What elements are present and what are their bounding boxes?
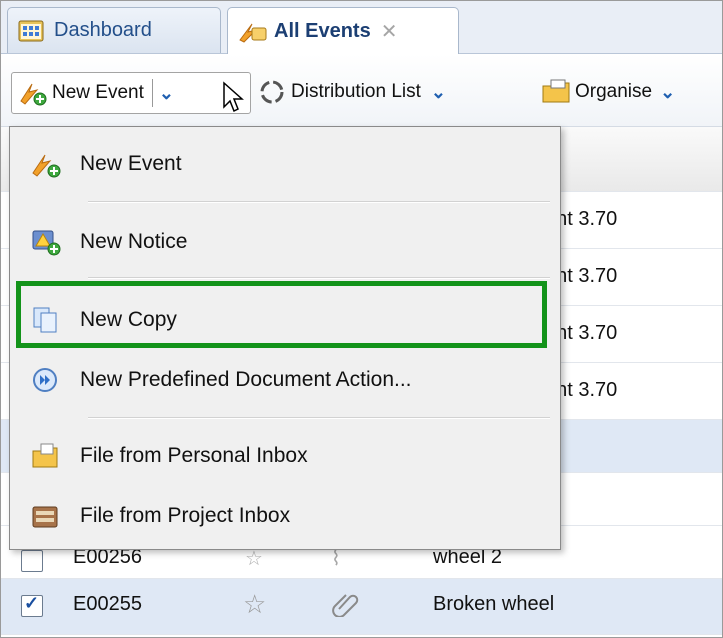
new-notice-icon xyxy=(30,227,62,257)
event-title: Broken wheel xyxy=(433,593,555,615)
refresh-icon xyxy=(257,78,287,106)
menu-item-label: File from Personal Inbox xyxy=(80,444,308,467)
menu-item-label: New Predefined Document Action... xyxy=(80,368,412,391)
event-id: E00255 xyxy=(73,593,142,615)
row-checkbox[interactable] xyxy=(21,550,43,572)
tab-label: Dashboard xyxy=(54,19,152,41)
project-inbox-icon xyxy=(30,501,62,531)
menu-separator xyxy=(88,201,550,203)
tab-bar: Dashboard All Events ✕ xyxy=(1,1,722,54)
mouse-cursor-icon xyxy=(222,81,246,120)
menu-item-label: File from Project Inbox xyxy=(80,504,291,527)
close-icon[interactable]: ✕ xyxy=(381,19,398,44)
new-event-label: New Event xyxy=(52,82,144,103)
table-row-selected[interactable]: E00255 ☆ Broken wheel xyxy=(1,579,722,635)
folder-icon xyxy=(541,78,571,106)
menu-item-label: New Event xyxy=(80,152,182,175)
new-event-icon xyxy=(18,79,48,107)
tab-dashboard[interactable]: Dashboard xyxy=(7,7,221,53)
divider xyxy=(151,79,153,107)
chevron-down-icon[interactable]: ⌄ xyxy=(431,82,446,103)
menu-separator xyxy=(88,417,550,419)
menu-separator xyxy=(88,277,550,279)
chevron-down-icon[interactable]: ⌄ xyxy=(159,83,174,104)
tab-all-events[interactable]: All Events ✕ xyxy=(227,7,459,54)
toolbar: New Event ⌄ Distribution List ⌄ Organise… xyxy=(1,54,722,127)
tab-label: All Events xyxy=(274,19,371,42)
organise-button[interactable]: Organise ⌄ xyxy=(541,74,675,110)
highlight-box xyxy=(16,281,547,348)
new-event-icon xyxy=(30,149,62,179)
menu-item-file-from-project-inbox[interactable]: File from Project Inbox xyxy=(16,491,554,541)
events-icon xyxy=(238,20,267,43)
menu-item-new-event[interactable]: New Event xyxy=(16,139,554,189)
organise-label: Organise xyxy=(575,81,653,102)
new-event-split-button[interactable]: New Event ⌄ xyxy=(11,72,251,114)
menu-item-new-notice[interactable]: New Notice xyxy=(16,217,554,267)
attachment-icon xyxy=(331,589,359,623)
star-icon[interactable]: ☆ xyxy=(243,589,266,620)
distribution-list-button[interactable]: Distribution List ⌄ xyxy=(257,74,446,110)
menu-item-new-predefined-document-action[interactable]: New Predefined Document Action... xyxy=(16,355,554,405)
predefined-action-icon xyxy=(30,365,62,395)
chevron-down-icon[interactable]: ⌄ xyxy=(660,82,675,103)
app-window: Dashboard All Events ✕ New Event ⌄ Distr… xyxy=(0,0,723,638)
dashboard-icon xyxy=(18,20,44,42)
distribution-list-label: Distribution List xyxy=(291,81,421,102)
menu-item-file-from-personal-inbox[interactable]: File from Personal Inbox xyxy=(16,431,554,481)
menu-item-label: New Notice xyxy=(80,230,188,253)
row-checkbox[interactable] xyxy=(21,593,43,617)
personal-inbox-icon xyxy=(30,441,62,471)
